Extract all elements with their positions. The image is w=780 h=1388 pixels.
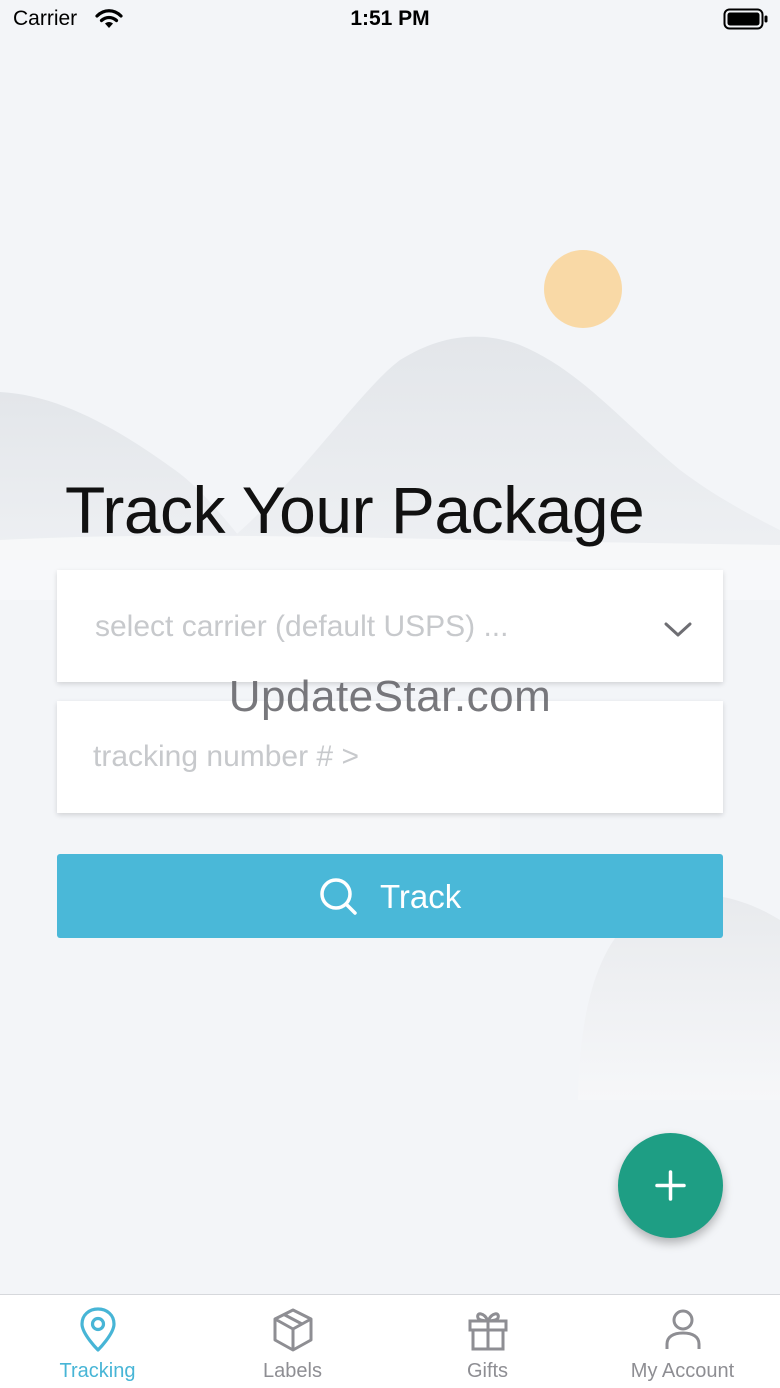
tab-labels-label: Labels [263, 1360, 322, 1382]
tab-bar: Tracking Labels Gifts My Account [0, 1294, 780, 1388]
plus-icon [655, 1170, 686, 1201]
tab-my-account[interactable]: My Account [585, 1295, 780, 1388]
page-title: Track Your Package [65, 473, 645, 547]
person-icon [665, 1309, 701, 1349]
watermark: UpdateStar.com [228, 672, 552, 721]
tracking-number-placeholder: tracking number # > [93, 740, 359, 773]
tab-tracking[interactable]: Tracking [0, 1295, 195, 1388]
battery-icon [723, 8, 768, 30]
sun-shape [544, 250, 622, 328]
location-pin-icon [80, 1307, 116, 1352]
tab-gifts[interactable]: Gifts [390, 1295, 585, 1388]
tab-my-account-label: My Account [630, 1360, 735, 1382]
tab-tracking-label: Tracking [59, 1360, 136, 1382]
carrier-select-placeholder: select carrier (default USPS) ... [95, 610, 509, 643]
clock-time: 1:51 PM [350, 7, 430, 30]
search-icon [320, 878, 357, 915]
status-bar: Carrier 1:51 PM [0, 0, 780, 40]
tab-labels[interactable]: Labels [195, 1295, 390, 1388]
chevron-down-icon [664, 622, 692, 637]
box-icon [273, 1308, 313, 1352]
add-button[interactable] [618, 1133, 723, 1238]
track-button-label: Track [380, 878, 462, 915]
carrier-select[interactable]: select carrier (default USPS) ... [57, 570, 723, 682]
tab-gifts-label: Gifts [466, 1360, 509, 1382]
gift-icon [468, 1312, 508, 1351]
